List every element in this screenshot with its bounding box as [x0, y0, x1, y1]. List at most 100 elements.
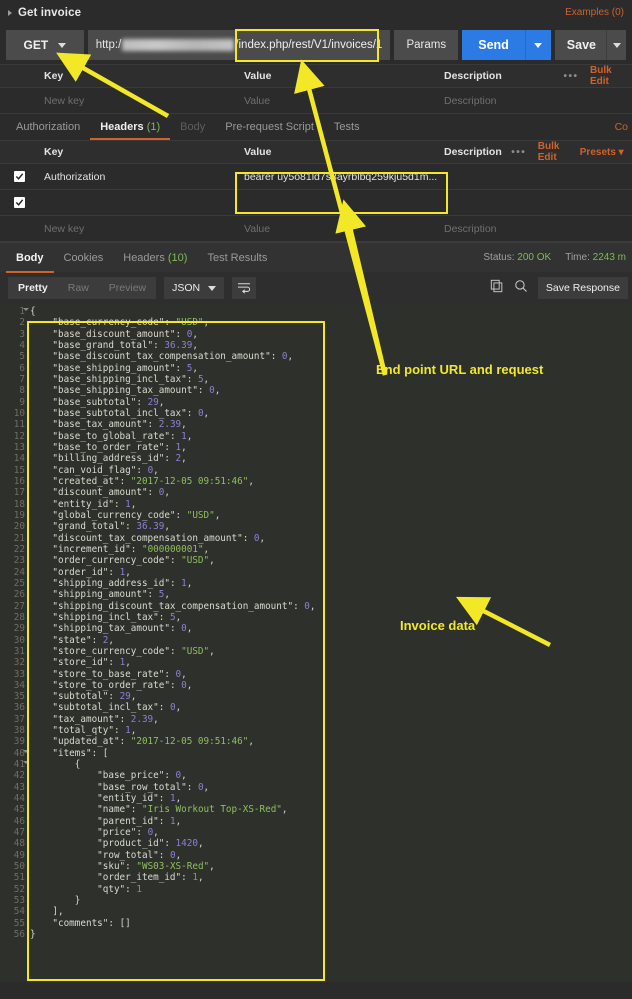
collapse-caret-icon[interactable]	[8, 10, 12, 16]
response-meta: Status: 200 OK Time: 2243 m	[483, 252, 632, 263]
line-number: 1	[0, 306, 25, 317]
line-number: 27	[0, 601, 25, 612]
response-body-viewer[interactable]: 1234567891011121314151617181920212223242…	[0, 304, 632, 982]
header-value[interactable]: bearer uy5o81ld7s8ayrblbq259kju5d1m...	[238, 171, 438, 183]
table-row[interactable]	[0, 190, 632, 216]
word-wrap-icon[interactable]	[232, 277, 256, 299]
headers-new-value-input[interactable]: Value	[238, 223, 438, 235]
response-tab-headers[interactable]: Headers (10)	[113, 243, 197, 273]
header-key[interactable]: Authorization	[38, 171, 238, 183]
line-number: 32	[0, 657, 25, 668]
postman-window: Get invoice Examples (0) GET http://inde…	[0, 0, 632, 999]
code-line: "product_id": 1420,	[30, 838, 632, 849]
params-col-key: Key	[38, 70, 238, 82]
code-line: "base_subtotal": 29,	[30, 397, 632, 408]
line-number: 9	[0, 397, 25, 408]
line-number: 38	[0, 725, 25, 736]
headers-count: (1)	[147, 121, 160, 133]
line-number: 53	[0, 895, 25, 906]
line-number: 49	[0, 850, 25, 861]
code-line: "grand_total": 36.39,	[30, 521, 632, 532]
row-checkbox[interactable]	[14, 171, 25, 182]
line-number: 40	[0, 748, 25, 759]
tab-pre-request-script[interactable]: Pre-request Script	[215, 114, 324, 140]
format-selector[interactable]: JSON	[164, 277, 224, 299]
fold-caret-icon[interactable]	[23, 750, 29, 753]
code-link[interactable]: Co	[615, 114, 632, 140]
code-line: "store_to_order_rate": 0,	[30, 680, 632, 691]
view-pretty[interactable]: Pretty	[8, 277, 58, 299]
line-number: 19	[0, 510, 25, 521]
url-bar: GET http://index.php/rest/V1/invoices/1 …	[0, 26, 632, 64]
code-line: "shipping_address_id": 1,	[30, 578, 632, 589]
row-checkbox[interactable]	[14, 197, 25, 208]
examples-link[interactable]: Examples (0)	[565, 7, 624, 18]
params-more-icon[interactable]: •••	[554, 71, 588, 82]
code-line: "parent_id": 1,	[30, 816, 632, 827]
tab-tests[interactable]: Tests	[324, 114, 370, 140]
headers-col-description: Description	[438, 146, 502, 158]
send-dropdown-button[interactable]	[525, 30, 551, 60]
table-row[interactable]: Authorization bearer uy5o81ld7s8ayrblbq2…	[0, 164, 632, 190]
line-number: 52	[0, 884, 25, 895]
url-input[interactable]: http://index.php/rest/V1/invoices/1	[88, 30, 391, 60]
send-label: Send	[462, 38, 525, 52]
response-view-toggle: Pretty Raw Preview	[8, 277, 156, 299]
view-raw[interactable]: Raw	[58, 277, 99, 299]
tab-body[interactable]: Body	[170, 114, 215, 140]
params-new-value-input[interactable]: Value	[238, 95, 438, 107]
line-number: 17	[0, 487, 25, 498]
json-code-lines[interactable]: { "base_currency_code": "USD", "base_dis…	[30, 306, 632, 940]
fold-caret-icon[interactable]	[23, 308, 29, 311]
params-new-key-input[interactable]: New key	[38, 95, 238, 107]
search-icon[interactable]	[514, 279, 528, 298]
send-button[interactable]: Send	[462, 30, 551, 60]
headers-bulk-edit-link[interactable]: Bulk Edit	[536, 141, 580, 163]
code-line: "shipping_discount_tax_compensation_amou…	[30, 601, 632, 612]
code-line: }	[30, 929, 632, 940]
line-number: 25	[0, 578, 25, 589]
headers-presets-link[interactable]: Presets ▾	[580, 147, 632, 158]
headers-new-key-input[interactable]: New key	[38, 223, 238, 235]
line-number: 26	[0, 589, 25, 600]
save-button[interactable]: Save	[555, 30, 626, 60]
code-line: "global_currency_code": "USD",	[30, 510, 632, 521]
code-line: "sku": "WS03-XS-Red",	[30, 861, 632, 872]
params-bulk-edit-link[interactable]: Bulk Edit	[588, 65, 632, 87]
line-number: 20	[0, 521, 25, 532]
headers-placeholder-row[interactable]: New key Value Description	[0, 216, 632, 242]
copy-icon[interactable]	[490, 279, 504, 298]
headers-more-icon[interactable]: •••	[502, 147, 536, 158]
code-line: "items": [	[30, 748, 632, 759]
chevron-down-icon	[613, 43, 621, 48]
code-line: "subtotal_incl_tax": 0,	[30, 702, 632, 713]
code-line: "store_to_base_rate": 0,	[30, 669, 632, 680]
url-host-redacted	[122, 39, 234, 51]
line-number: 8	[0, 385, 25, 396]
response-headers-count: (10)	[168, 252, 188, 264]
response-tab-cookies[interactable]: Cookies	[54, 243, 114, 273]
save-response-button[interactable]: Save Response	[538, 277, 628, 299]
line-number: 14	[0, 453, 25, 464]
line-number: 56	[0, 929, 25, 940]
code-line: {	[30, 306, 632, 317]
params-placeholder-row[interactable]: New key Value Description	[0, 88, 632, 114]
view-preview[interactable]: Preview	[99, 277, 156, 299]
code-line: "base_subtotal_incl_tax": 0,	[30, 408, 632, 419]
line-number: 15	[0, 465, 25, 476]
response-tab-body[interactable]: Body	[6, 243, 54, 273]
params-button[interactable]: Params	[394, 30, 458, 60]
line-number: 4	[0, 340, 25, 351]
chevron-down-icon	[208, 286, 216, 291]
fold-caret-icon[interactable]	[23, 761, 29, 764]
method-selector[interactable]: GET	[6, 30, 84, 60]
line-number: 12	[0, 431, 25, 442]
response-tab-test-results[interactable]: Test Results	[197, 243, 277, 273]
save-dropdown-button[interactable]	[606, 30, 626, 60]
line-number: 39	[0, 736, 25, 747]
line-number: 31	[0, 646, 25, 657]
tab-authorization[interactable]: Authorization	[6, 114, 90, 140]
headers-new-description-input[interactable]: Description	[438, 223, 497, 235]
params-new-description-input[interactable]: Description	[438, 95, 554, 107]
tab-headers[interactable]: Headers (1)	[90, 114, 170, 140]
